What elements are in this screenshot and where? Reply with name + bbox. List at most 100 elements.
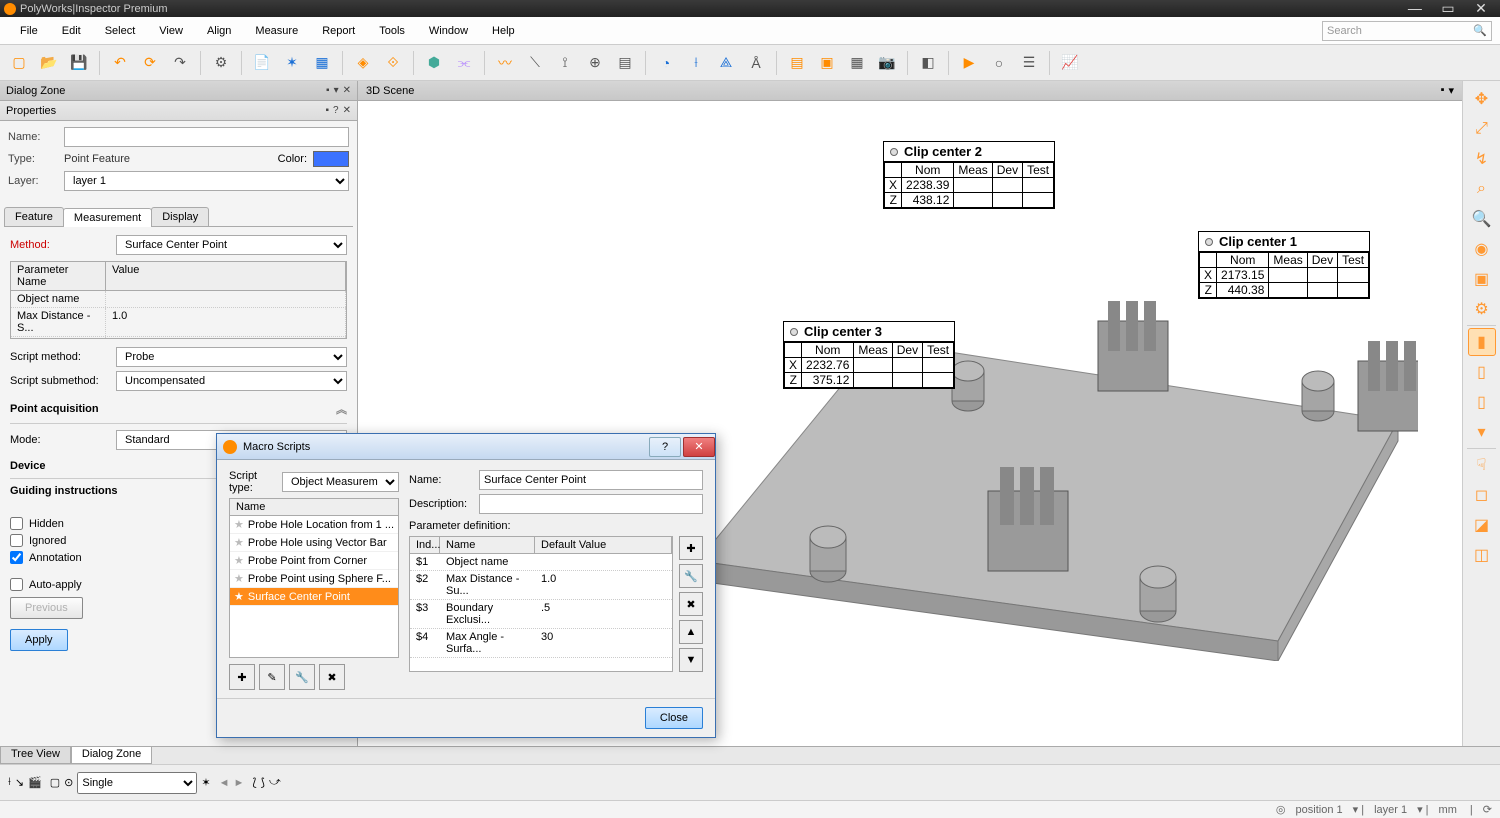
new-icon[interactable]: ▢: [6, 50, 32, 76]
tab-tree-view[interactable]: Tree View: [0, 747, 71, 764]
dropdown-icon[interactable]: ▾: [1448, 84, 1454, 97]
pin-icon[interactable]: ▪: [1441, 84, 1445, 97]
color-swatch[interactable]: [313, 151, 349, 167]
edit-script-button[interactable]: ✎: [259, 664, 285, 690]
arm1-icon[interactable]: ⟅: [252, 776, 256, 789]
maximize-button[interactable]: ▭: [1433, 0, 1463, 17]
play-icon[interactable]: ▶: [956, 50, 982, 76]
menu-report[interactable]: Report: [310, 21, 367, 41]
link-icon[interactable]: ⫘: [451, 50, 477, 76]
dialog-help-button[interactable]: ?: [649, 437, 681, 457]
macro-name-field[interactable]: [479, 470, 703, 490]
arm2-icon[interactable]: ⟆: [261, 776, 265, 789]
hidden-checkbox[interactable]: [10, 517, 23, 530]
nav-colormap-icon[interactable]: ▮: [1468, 328, 1496, 356]
macro-desc-field[interactable]: [479, 494, 703, 514]
nav-zoomfit-icon[interactable]: ⌕: [1468, 175, 1496, 203]
dialog-close-button[interactable]: ✕: [683, 437, 715, 457]
arm3-icon[interactable]: ⤻: [269, 776, 281, 789]
script-type-select[interactable]: Object Measurem: [282, 472, 399, 492]
nav-axis-icon[interactable]: ↯: [1468, 145, 1496, 173]
options-icon[interactable]: ⚙: [208, 50, 234, 76]
apply-button[interactable]: Apply: [10, 629, 68, 651]
dialog-titlebar[interactable]: Macro Scripts ?✕: [217, 434, 715, 460]
auto-apply-checkbox[interactable]: [10, 578, 23, 591]
undo-icon[interactable]: ↶: [107, 50, 133, 76]
import-icon[interactable]: 📄: [249, 50, 275, 76]
clapper-icon[interactable]: 🎬: [28, 776, 42, 789]
nav-gradient2-icon[interactable]: ▯: [1468, 388, 1496, 416]
delete-script-button[interactable]: ✖: [319, 664, 345, 690]
nav-pointer-icon[interactable]: ☟: [1468, 451, 1496, 479]
probe-icon[interactable]: ⟍: [522, 50, 548, 76]
gauge1-icon[interactable]: ◔: [653, 50, 679, 76]
star-icon[interactable]: ★: [234, 536, 244, 549]
zoom-icon[interactable]: ⊕: [582, 50, 608, 76]
param-up-button[interactable]: ▲: [679, 620, 703, 644]
redo-icon[interactable]: ⟳: [137, 50, 163, 76]
dropdown-icon[interactable]: ▾: [334, 85, 339, 96]
list-item[interactable]: ★Probe Point using Sphere F...: [230, 570, 398, 588]
ignored-checkbox[interactable]: [10, 534, 23, 547]
status-position[interactable]: position 1: [1296, 804, 1343, 816]
nav-gradient1-icon[interactable]: ▯: [1468, 358, 1496, 386]
callout-toggle-icon[interactable]: [890, 148, 898, 156]
nav-cog-icon[interactable]: ⚙: [1468, 295, 1496, 323]
nav-move-icon[interactable]: ✥: [1468, 85, 1496, 113]
callout-toggle-icon[interactable]: [790, 328, 798, 336]
close-button[interactable]: ✕: [1466, 0, 1496, 17]
script-method-select[interactable]: Probe: [116, 347, 347, 367]
menu-measure[interactable]: Measure: [243, 21, 310, 41]
forward-icon[interactable]: ↷: [167, 50, 193, 76]
param-delete-button[interactable]: ✖: [679, 592, 703, 616]
help-icon[interactable]: ?: [333, 105, 339, 116]
menu-edit[interactable]: Edit: [50, 21, 93, 41]
menu-window[interactable]: Window: [417, 21, 480, 41]
nav-annot-icon[interactable]: ▾: [1468, 418, 1496, 446]
name-field[interactable]: [64, 127, 349, 147]
script-list[interactable]: Name ★Probe Hole Location from 1 ... ★Pr…: [229, 498, 399, 658]
menu-view[interactable]: View: [147, 21, 195, 41]
menu-tools[interactable]: Tools: [367, 21, 417, 41]
list-item[interactable]: ★Probe Point from Corner: [230, 552, 398, 570]
wrench-button[interactable]: 🔧: [289, 664, 315, 690]
grid-icon[interactable]: ▦: [309, 50, 335, 76]
caliper-icon[interactable]: ⟟: [552, 50, 578, 76]
script-submethod-select[interactable]: Uncompensated: [116, 371, 347, 391]
param-edit-button[interactable]: 🔧: [679, 564, 703, 588]
menu-align[interactable]: Align: [195, 21, 243, 41]
nav-sel2-icon[interactable]: ◪: [1468, 511, 1496, 539]
open-icon[interactable]: 📂: [36, 50, 62, 76]
collapse-icon[interactable]: ︽: [336, 401, 347, 417]
menu-help[interactable]: Help: [480, 21, 527, 41]
mode2-icon[interactable]: ⊙: [64, 776, 73, 789]
align-icon[interactable]: ⟐: [380, 50, 406, 76]
menu-select[interactable]: Select: [93, 21, 148, 41]
calc-icon[interactable]: ▤: [612, 50, 638, 76]
list-item[interactable]: ★Probe Hole using Vector Bar: [230, 534, 398, 552]
panel-close-icon[interactable]: ✕: [343, 85, 351, 96]
param-def-table[interactable]: Ind...NameDefault Value $1Object name $2…: [409, 536, 673, 672]
star-icon[interactable]: ★: [234, 590, 244, 603]
sequence-icon[interactable]: ◧: [915, 50, 941, 76]
next-icon[interactable]: ►: [233, 777, 244, 789]
parameter-table[interactable]: Parameter NameValue Object name Max Dist…: [10, 261, 347, 339]
nav-sel3-icon[interactable]: ◫: [1468, 541, 1496, 569]
callout-clip-center-2[interactable]: Clip center 2 NomMeasDevTest X2238.39 Z4…: [883, 141, 1055, 209]
tab-measurement[interactable]: Measurement: [63, 208, 152, 227]
table-icon[interactable]: ▦: [844, 50, 870, 76]
probe-mode-select[interactable]: Single: [77, 772, 197, 794]
nav-box-icon[interactable]: ▣: [1468, 265, 1496, 293]
menu-file[interactable]: File: [8, 21, 50, 41]
list-item[interactable]: ★Probe Hole Location from 1 ...: [230, 516, 398, 534]
status-target-icon[interactable]: ◎: [1276, 803, 1286, 816]
nav-rotate-icon[interactable]: ⤢: [1468, 115, 1496, 143]
status-unit[interactable]: mm: [1439, 804, 1457, 816]
callout-clip-center-3[interactable]: Clip center 3 NomMeasDevTest X2232.76 Z3…: [783, 321, 955, 389]
save-icon[interactable]: 💾: [66, 50, 92, 76]
box-icon[interactable]: ◈: [350, 50, 376, 76]
close-button[interactable]: Close: [645, 707, 703, 729]
scan-icon[interactable]: ✶: [279, 50, 305, 76]
method-select[interactable]: Surface Center Point: [116, 235, 347, 255]
mode1-icon[interactable]: ▢: [50, 776, 60, 789]
